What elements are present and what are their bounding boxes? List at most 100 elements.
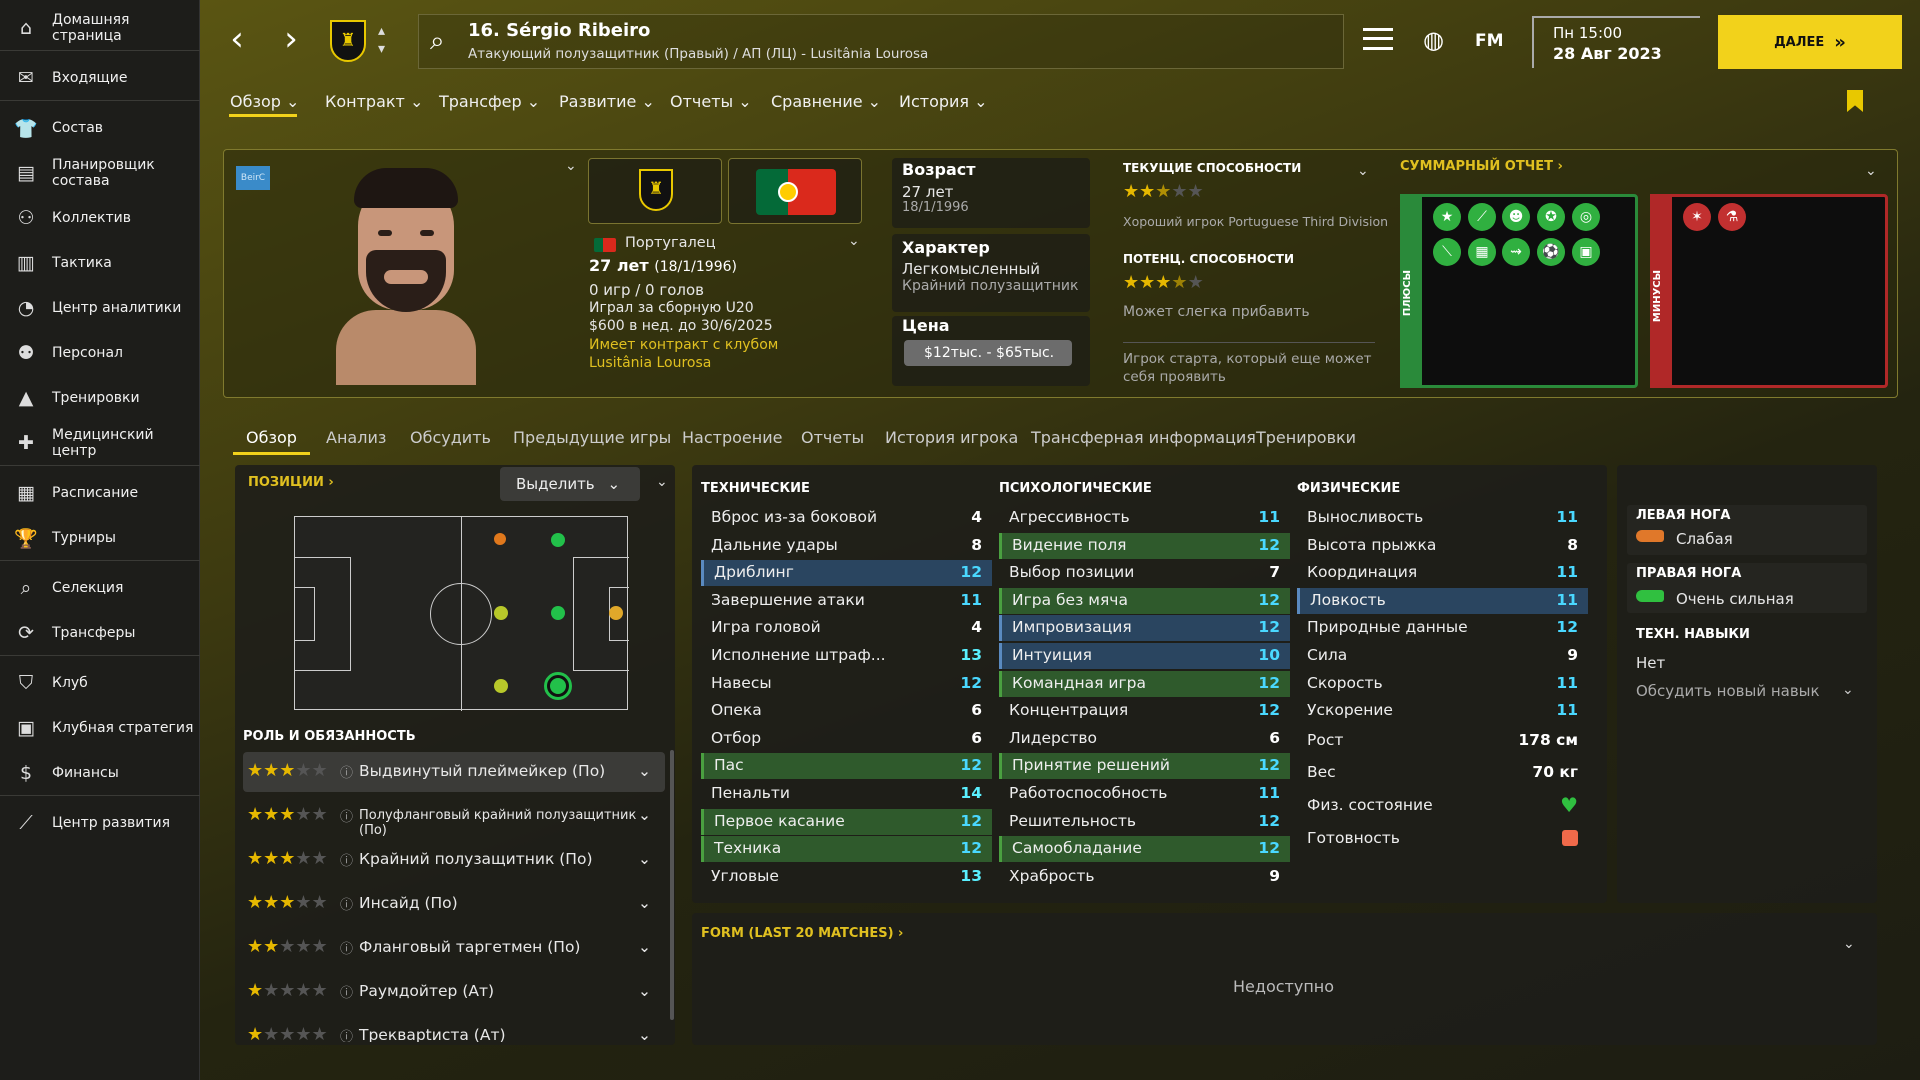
menu-overview[interactable]: Обзор ⌄ xyxy=(230,92,299,111)
tab-reports[interactable]: Отчеты xyxy=(801,428,864,447)
menu-comparison[interactable]: Сравнение ⌄ xyxy=(771,92,881,111)
menu-history[interactable]: История ⌄ xyxy=(899,92,988,111)
globe-icon[interactable]: ◍ xyxy=(1423,26,1444,54)
attribute-row[interactable]: Дальние удары 8 xyxy=(701,533,992,559)
chevron-down-icon[interactable]: ⌄ xyxy=(1843,936,1855,952)
info-icon[interactable]: ⓘ xyxy=(340,762,353,781)
chevron-down-icon[interactable]: ⌄ xyxy=(638,1026,651,1042)
attribute-row[interactable]: Самообладание 12 xyxy=(999,836,1290,863)
attribute-row[interactable]: Агрессивность 11 xyxy=(999,505,1290,531)
attribute-row[interactable]: Сила 9 xyxy=(1297,643,1588,669)
role-row[interactable]: ★★★★★ ⓘ Крайний полузащитник (По) ⌄ xyxy=(243,840,665,880)
attribute-row[interactable]: Пас 12 xyxy=(701,753,992,780)
attribute-row[interactable]: Игра головой 4 xyxy=(701,615,992,641)
position-dot[interactable] xyxy=(609,606,623,620)
tab-training[interactable]: Тренировки xyxy=(1256,428,1356,447)
attribute-row[interactable]: Опека 6 xyxy=(701,698,992,724)
chevron-down-icon[interactable]: ⌄ xyxy=(656,474,668,490)
contract-link[interactable]: Имеет контракт с клубом Lusitânia Louros… xyxy=(589,336,829,372)
info-icon[interactable]: ⓘ xyxy=(340,850,353,869)
info-icon[interactable]: ⓘ xyxy=(340,982,353,1001)
search-icon[interactable]: ⌕ xyxy=(430,26,445,57)
attribute-row[interactable]: Завершение атаки 11 xyxy=(701,588,992,614)
natural-position-marker[interactable] xyxy=(544,672,572,700)
attribute-row[interactable]: Исполнение штраф... 13 xyxy=(701,643,992,669)
sidebar-item-schedule[interactable]: ▦ Расписание xyxy=(0,473,200,513)
club-switch-icon[interactable]: ▴ ▾ xyxy=(378,22,385,58)
chevron-down-icon[interactable]: ⌄ xyxy=(638,938,651,956)
position-dot[interactable] xyxy=(494,679,508,693)
chevron-down-icon[interactable]: ⌄ xyxy=(638,982,651,1000)
menu-development[interactable]: Развитие ⌄ xyxy=(559,92,655,111)
sidebar-item-club[interactable]: ⛉ Клуб xyxy=(0,663,200,703)
tab-overview[interactable]: Обзор xyxy=(246,428,297,447)
attribute-row[interactable]: Выносливость 11 xyxy=(1297,505,1588,531)
forward-arrow-icon[interactable]: › xyxy=(274,22,308,58)
sidebar-item-dev-centre[interactable]: ⟋ Центр развития xyxy=(0,803,200,843)
attribute-row[interactable]: Командная игра 12 xyxy=(999,670,1290,697)
sidebar-item-finances[interactable]: $ Финансы xyxy=(0,753,200,793)
position-dot[interactable] xyxy=(494,606,508,620)
sidebar-item-club-vision[interactable]: ▣ Клубная стратегия xyxy=(0,708,200,748)
attribute-row[interactable]: Выбор позиции 7 xyxy=(999,560,1290,586)
positions-link[interactable]: ПОЗИЦИИ › xyxy=(248,475,334,490)
menu-transfer[interactable]: Трансфер ⌄ xyxy=(439,92,540,111)
position-dot[interactable] xyxy=(551,606,565,620)
sidebar-item-medical[interactable]: ✚ Медицинский центр xyxy=(0,423,200,463)
attribute-row[interactable]: Видение поля 12 xyxy=(999,532,1290,559)
sidebar-item-tactics[interactable]: ▥ Тактика xyxy=(0,243,200,283)
attribute-row[interactable]: Вброс из-за боковой 4 xyxy=(701,505,992,531)
goal-icon[interactable]: ▦ xyxy=(1468,238,1496,266)
chevron-down-icon[interactable]: ⌄ xyxy=(1357,163,1369,179)
sidebar-item-squad-planner[interactable]: ▤ Планировщик состава xyxy=(0,153,200,193)
summary-report-link[interactable]: СУММАРНЫЙ ОТЧЕТ › xyxy=(1400,159,1563,174)
ball-icon[interactable]: ✪ xyxy=(1537,203,1565,231)
attribute-row[interactable]: Решительность 12 xyxy=(999,809,1290,835)
role-row[interactable]: ★★★★★ ⓘ Инсайд (По) ⌄ xyxy=(243,884,665,924)
tab-player-history[interactable]: История игрока xyxy=(885,428,1018,447)
star-icon[interactable]: ★ xyxy=(1433,203,1461,231)
highlight-dropdown[interactable]: Выделить ⌄ xyxy=(500,467,640,501)
back-arrow-icon[interactable]: ‹ xyxy=(220,22,254,58)
chevron-down-icon[interactable]: ⌄ xyxy=(638,762,651,780)
chevron-down-icon[interactable]: ⌄ xyxy=(638,850,651,868)
info-icon[interactable]: ⓘ xyxy=(340,1026,353,1042)
attribute-row[interactable]: Принятие решений 12 xyxy=(999,753,1290,780)
form-link[interactable]: FORM (LAST 20 MATCHES) › xyxy=(701,926,903,941)
attribute-row[interactable]: Дриблинг 12 xyxy=(701,560,992,587)
sidebar-item-home[interactable]: ⌂ Домашняя страница xyxy=(0,8,200,48)
tab-previous-games[interactable]: Предыдущие игры xyxy=(513,428,671,447)
attribute-row[interactable]: Игра без мяча 12 xyxy=(999,587,1290,614)
tab-morale[interactable]: Настроение xyxy=(682,428,782,447)
attribute-row[interactable]: Навесы 12 xyxy=(701,671,992,697)
attribute-row[interactable]: Импровизация 12 xyxy=(999,615,1290,642)
tab-transfer-info[interactable]: Трансферная информация xyxy=(1031,428,1256,447)
injury-icon[interactable]: ✶ xyxy=(1683,203,1711,231)
role-row[interactable]: ★★★★★ ⓘ Фланговый таргетмен (По) ⌄ xyxy=(243,928,665,968)
shot-icon[interactable]: ⚽ xyxy=(1537,238,1565,266)
attribute-row[interactable]: Отбор 6 xyxy=(701,726,992,752)
tab-discuss[interactable]: Обсудить xyxy=(410,428,491,447)
chevron-down-icon[interactable]: ⌄ xyxy=(638,806,651,824)
attribute-row[interactable]: Природные данные 12 xyxy=(1297,615,1588,641)
position-dot[interactable] xyxy=(551,533,565,547)
sidebar-item-analytics[interactable]: ◔ Центр аналитики xyxy=(0,288,200,328)
attribute-row[interactable]: Ловкость 11 xyxy=(1297,587,1588,614)
sidebar-item-squad[interactable]: 👕 Состав xyxy=(0,108,200,148)
sidebar-item-staff[interactable]: ⚉ Персонал xyxy=(0,333,200,373)
sidebar-item-dynamics[interactable]: ⚇ Коллектив xyxy=(0,198,200,238)
attribute-row[interactable]: Техника 12 xyxy=(701,836,992,863)
flask-icon[interactable]: ⚗ xyxy=(1718,203,1746,231)
menu-icon[interactable] xyxy=(1363,28,1393,50)
club-crest-icon[interactable]: ♜ xyxy=(330,20,366,62)
sidebar-item-training[interactable]: ▲ Тренировки xyxy=(0,378,200,418)
info-icon[interactable]: ⓘ xyxy=(340,806,353,825)
boot-icon[interactable]: ⟍ xyxy=(1433,238,1461,266)
attribute-row[interactable]: Угловые 13 xyxy=(701,864,992,890)
sidebar-item-inbox[interactable]: ✉ Входящие xyxy=(0,58,200,98)
tab-analysis[interactable]: Анализ xyxy=(326,428,386,447)
chevron-down-icon[interactable]: ⌄ xyxy=(848,233,860,249)
chevron-down-icon[interactable]: ⌄ xyxy=(1865,163,1877,179)
clipboard-icon[interactable]: ▣ xyxy=(1572,238,1600,266)
attribute-row[interactable]: Пенальти 14 xyxy=(701,781,992,807)
